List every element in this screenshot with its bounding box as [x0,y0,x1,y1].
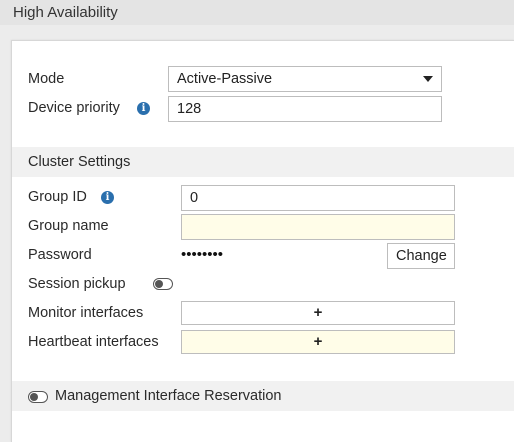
heartbeat-interfaces-add[interactable]: + [181,330,455,354]
group-id-input[interactable]: 0 [181,185,455,211]
monitor-interfaces-add[interactable]: + [181,301,455,325]
management-interface-bar: Management Interface Reservation [12,381,514,411]
change-password-button[interactable]: Change [387,243,455,269]
plus-icon: + [313,304,323,321]
ha-settings-panel: Mode Active-Passive Device priority i 12… [11,40,514,442]
caret-down-icon [423,76,433,82]
mode-select[interactable]: Active-Passive [168,66,442,92]
page-title: High Availability [0,0,514,25]
device-priority-value: 128 [177,101,202,117]
mode-label: Mode [28,71,65,87]
group-name-input[interactable] [181,214,455,240]
info-icon[interactable]: i [137,102,150,115]
session-pickup-toggle[interactable] [153,278,173,290]
cluster-settings-header: Cluster Settings [12,147,514,177]
group-id-value: 0 [190,190,199,206]
password-label: Password [28,247,92,263]
plus-icon: + [313,333,323,350]
heartbeat-interfaces-label: Heartbeat interfaces [28,334,159,350]
password-mask: •••••••• [181,246,224,263]
monitor-interfaces-label: Monitor interfaces [28,305,144,321]
mode-select-value: Active-Passive [177,71,273,87]
device-priority-input[interactable]: 128 [168,96,442,122]
info-icon[interactable]: i [101,191,114,204]
management-interface-toggle[interactable] [28,391,48,403]
session-pickup-label: Session pickup [28,276,126,292]
group-name-label: Group name [28,218,109,234]
device-priority-label: Device priority [28,100,120,116]
management-interface-label: Management Interface Reservation [55,388,282,404]
group-id-label: Group ID [28,189,87,205]
